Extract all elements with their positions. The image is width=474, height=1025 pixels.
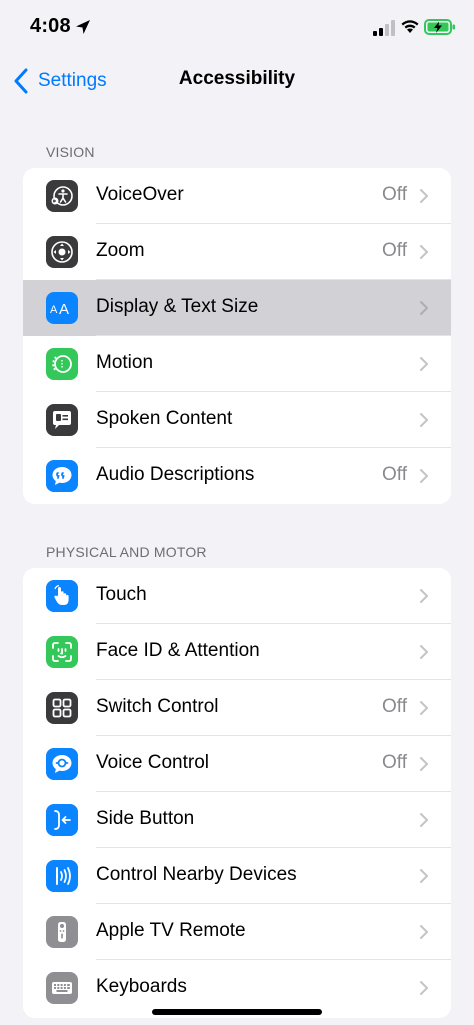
chevron-right-icon — [420, 413, 428, 427]
row-touch[interactable]: Touch — [23, 568, 451, 624]
row-label: Display & Text Size — [96, 296, 259, 317]
chevron-right-icon — [420, 701, 428, 715]
tv-remote-icon — [46, 916, 78, 948]
row-motion[interactable]: Motion — [23, 336, 451, 392]
cellular-signal-icon — [373, 20, 395, 36]
chevron-right-icon — [420, 301, 428, 315]
location-arrow-icon — [76, 20, 90, 34]
row-zoom[interactable]: Zoom Off — [23, 224, 451, 280]
voiceover-icon — [46, 180, 78, 212]
row-side-button[interactable]: Side Button — [23, 792, 451, 848]
row-audio-descriptions[interactable]: Audio Descriptions Off — [23, 448, 451, 504]
battery-charging-icon — [424, 19, 455, 35]
svg-text:A: A — [50, 304, 58, 316]
face-id-icon — [46, 636, 78, 668]
row-label: Switch Control — [96, 696, 219, 717]
row-spoken-content[interactable]: Spoken Content — [23, 392, 451, 448]
row-label: Apple TV Remote — [96, 920, 246, 941]
motion-icon — [46, 348, 78, 380]
row-value: Off — [382, 752, 407, 773]
zoom-icon — [46, 236, 78, 268]
vision-group: VoiceOver Off Zoom Off A A Display & Tex… — [23, 168, 451, 504]
row-keyboards[interactable]: Keyboards — [23, 960, 451, 1016]
nearby-devices-icon — [46, 860, 78, 892]
chevron-right-icon — [420, 869, 428, 883]
row-value: Off — [382, 464, 407, 485]
row-face-id-attention[interactable]: Face ID & Attention — [23, 624, 451, 680]
row-label: Voice Control — [96, 752, 210, 773]
row-label: Motion — [96, 352, 154, 373]
physical-motor-group: Touch Face ID & Attention Switch Control… — [23, 568, 451, 1018]
row-label: Zoom — [96, 240, 145, 261]
row-voice-control[interactable]: Voice Control Off — [23, 736, 451, 792]
switch-control-icon — [46, 692, 78, 724]
row-label: Face ID & Attention — [96, 640, 260, 661]
text-size-icon: A A — [46, 292, 78, 324]
row-value: Off — [382, 240, 407, 261]
section-header-physical-motor: PHYSICAL AND MOTOR — [46, 544, 207, 560]
row-label: Control Nearby Devices — [96, 864, 297, 885]
chevron-right-icon — [420, 757, 428, 771]
accessibility-screen: 4:08 Settings Accessibility VISION Voice… — [0, 0, 474, 1025]
chevron-right-icon — [420, 589, 428, 603]
row-label: Keyboards — [96, 976, 187, 997]
keyboard-icon — [46, 972, 78, 1004]
row-switch-control[interactable]: Switch Control Off — [23, 680, 451, 736]
row-voiceover[interactable]: VoiceOver Off — [23, 168, 451, 224]
row-label: VoiceOver — [96, 184, 184, 205]
chevron-right-icon — [420, 357, 428, 371]
status-bar: 4:08 — [0, 0, 474, 56]
row-control-nearby-devices[interactable]: Control Nearby Devices — [23, 848, 451, 904]
row-value: Off — [382, 184, 407, 205]
row-value: Off — [382, 696, 407, 717]
chevron-right-icon — [420, 189, 428, 203]
wifi-icon — [401, 20, 419, 33]
chevron-right-icon — [420, 245, 428, 259]
row-apple-tv-remote[interactable]: Apple TV Remote — [23, 904, 451, 960]
status-time: 4:08 — [30, 15, 71, 37]
side-button-icon — [46, 804, 78, 836]
row-label: Touch — [96, 584, 147, 605]
voice-control-icon — [46, 748, 78, 780]
row-label: Spoken Content — [96, 408, 233, 429]
chevron-right-icon — [420, 925, 428, 939]
row-label: Audio Descriptions — [96, 464, 255, 485]
chevron-right-icon — [420, 469, 428, 483]
chevron-right-icon — [420, 813, 428, 827]
navigation-bar: Settings Accessibility — [0, 56, 474, 106]
row-label: Side Button — [96, 808, 195, 829]
home-indicator[interactable] — [152, 1009, 322, 1015]
row-display-text-size[interactable]: A A Display & Text Size — [23, 280, 451, 336]
svg-text:A: A — [59, 301, 69, 318]
touch-hand-icon — [46, 580, 78, 612]
audio-descriptions-icon — [46, 460, 78, 492]
chevron-right-icon — [420, 645, 428, 659]
page-title: Accessibility — [178, 68, 296, 89]
chevron-right-icon — [420, 981, 428, 995]
section-header-vision: VISION — [46, 144, 95, 160]
spoken-content-icon — [46, 404, 78, 436]
